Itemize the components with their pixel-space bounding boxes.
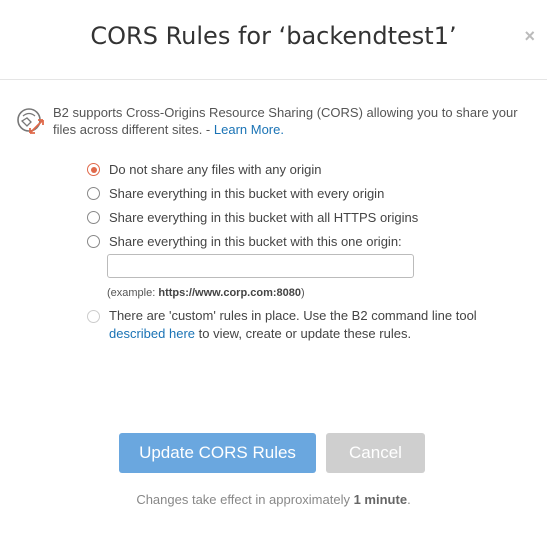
info-description: B2 supports Cross-Origins Resource Shari… [53,105,518,137]
example-suffix: ) [300,287,305,299]
dialog-header: CORS Rules for ‘backendtest1’ × [0,0,547,80]
origin-input[interactable] [107,254,414,278]
cancel-button[interactable]: Cancel [326,433,425,473]
custom-text-after: to view, create or update these rules. [195,326,412,341]
origin-example: (example: https://www.corp.com:8080) [107,287,305,299]
dialog-title: CORS Rules for ‘backendtest1’ [90,22,457,50]
footer-suffix: . [407,492,411,507]
footer-prefix: Changes take effect in approximately [136,492,354,507]
described-here-link[interactable]: described here [109,326,195,341]
footer-bold: 1 minute [353,492,408,507]
option-label: Share everything in this bucket with thi… [109,234,402,249]
cors-share-icon [17,108,44,134]
radio-every-origin[interactable] [87,187,100,200]
close-icon[interactable]: × [524,26,535,46]
radio-no-share[interactable] [87,163,100,176]
radio-one-origin[interactable] [87,235,100,248]
option-https-origins[interactable]: Share everything in this bucket with all… [87,210,517,234]
share-options: Do not share any files with any origin S… [87,162,517,258]
info-text: B2 supports Cross-Origins Resource Shari… [53,104,523,138]
update-cors-rules-button[interactable]: Update CORS Rules [119,433,316,473]
option-label: Do not share any files with any origin [109,162,322,177]
custom-rules-text: There are 'custom' rules in place. Use t… [109,307,514,343]
cors-rules-dialog: CORS Rules for ‘backendtest1’ × B2 suppo… [0,0,547,544]
example-url: https://www.corp.com:8080 [158,287,301,299]
footer-note: Changes take effect in approximately 1 m… [0,492,547,507]
example-prefix: (example: [107,287,159,299]
radio-custom-rules [87,310,100,323]
option-label: Share everything in this bucket with all… [109,210,419,225]
learn-more-link[interactable]: Learn More. [214,122,284,137]
custom-text-before: There are 'custom' rules in place. Use t… [109,308,477,323]
option-no-share[interactable]: Do not share any files with any origin [87,162,517,186]
radio-https-origins[interactable] [87,211,100,224]
option-every-origin[interactable]: Share everything in this bucket with eve… [87,186,517,210]
option-label: Share everything in this bucket with eve… [109,186,385,201]
